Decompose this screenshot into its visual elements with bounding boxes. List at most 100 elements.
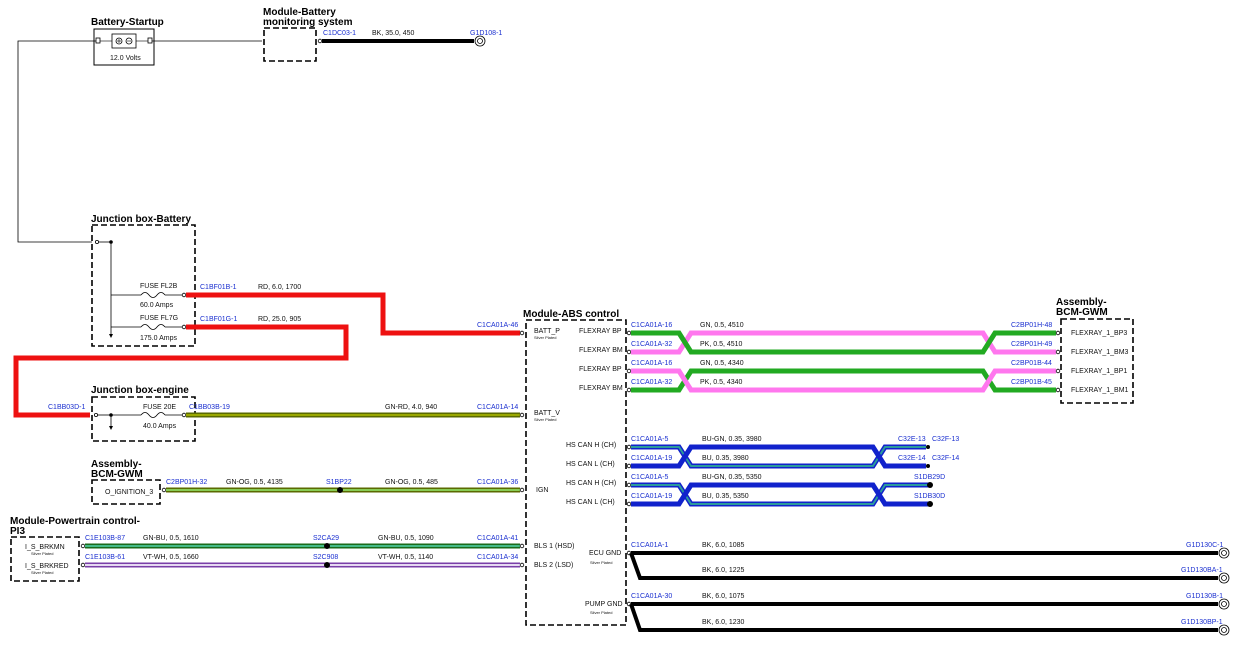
wiring-diagram: Battery-Startup 12.0 Volts Module-Batter… xyxy=(10,7,1230,636)
w-vtwh1-spec: VT-WH, 0.5, 1660 xyxy=(143,554,199,561)
abs-rpin-0: FLEXRAY BP xyxy=(579,328,622,335)
w-can2-to2: C32F-14 xyxy=(932,455,959,462)
w-rd6-from: C1BF01B-1 xyxy=(200,284,237,291)
flexray-pair-1 xyxy=(631,330,1056,355)
ground-arrow-icon xyxy=(109,334,113,338)
w-gnd1-spec: BK, 6.0, 1085 xyxy=(702,542,745,549)
ground-terminal-icon xyxy=(1218,598,1230,610)
w-fx1-to: C2BP01H-48 xyxy=(1011,322,1052,329)
abs-rpin-7: HS CAN L (CH) xyxy=(566,499,615,506)
w-gnd2-spec: BK, 6.0, 1225 xyxy=(702,567,745,574)
ground-terminal-icon xyxy=(1218,547,1230,559)
pcm-plated-2: Silver Plated xyxy=(31,570,53,575)
w-can1-spec: BU-GN, 0.35, 3980 xyxy=(702,436,762,443)
abs-plated-batt-p: Silver Plated xyxy=(534,335,556,340)
w-can4-spec: BU, 0.35, 5350 xyxy=(702,493,749,500)
fuse-fl7g-name: FUSE FL7G xyxy=(140,315,178,322)
w-fx3-from: C1CA01A-16 xyxy=(631,360,672,367)
w-gnd2-to: G1D130BA-1 xyxy=(1181,567,1223,574)
w-fx1-from: C1CA01A-16 xyxy=(631,322,672,329)
w-can1-to: C32E-13 xyxy=(898,436,926,443)
w-gnog1-spec: GN-OG, 0.5, 4135 xyxy=(226,479,283,486)
w-vtwh2-to: C1CA01A-34 xyxy=(477,554,518,561)
abs-rpin-3: FLEXRAY BM xyxy=(579,385,623,392)
fuse-fl7g-rating: 175.0 Amps xyxy=(140,335,177,342)
hs-can-pair-2 xyxy=(631,482,933,507)
w-gnd3-to: G1D130B-1 xyxy=(1186,593,1223,600)
fuse-fl7g-icon xyxy=(140,324,166,330)
splice-s2ca29 xyxy=(324,543,330,549)
w-bms-to: G1D108-1 xyxy=(470,30,502,37)
ground-terminal-icon xyxy=(1218,624,1230,636)
jbe-title: Junction box-engine xyxy=(91,385,189,396)
w-can3-from: C1CA01A-5 xyxy=(631,474,668,481)
wire-rd25 xyxy=(13,324,349,418)
w-can1-to2: C32F-13 xyxy=(932,436,959,443)
pcm-plated-1: Silver Plated xyxy=(31,551,53,556)
jbb-title: Junction box-Battery xyxy=(91,214,191,225)
w-rd6-spec: RD, 6.0, 1700 xyxy=(258,284,301,291)
abs-rpin-6: HS CAN H (CH) xyxy=(566,480,616,487)
w-can4-from: C1CA01A-19 xyxy=(631,493,672,500)
ground-wires-ecu xyxy=(629,551,1218,580)
abs-title: Module-ABS control xyxy=(523,309,619,320)
w-can3-to: S1DB29D xyxy=(914,474,945,481)
abs-rpin-4: HS CAN H (CH) xyxy=(566,442,616,449)
w-gnog1-from: C2BP01H-32 xyxy=(166,479,207,486)
abs-rpin-8: ECU GND xyxy=(589,550,621,557)
ground-wires-pump xyxy=(629,602,1218,632)
w-gnd4-to: G1D130BP-1 xyxy=(1181,619,1223,626)
hs-can-pair-1 xyxy=(631,444,930,469)
w-vtwh2-spec: VT-WH, 0.5, 1140 xyxy=(378,554,433,561)
w-bms-spec: BK, 35.0, 450 xyxy=(372,30,415,37)
w-bms-from: C1DC03-1 xyxy=(323,30,356,37)
assembly-bcm-gwm-right: Assembly- BCM-GWM FLEXRAY_1_BP3 FLEXRAY_… xyxy=(1055,297,1134,404)
abs-pin-bls1: BLS 1 (HSD) xyxy=(534,543,574,550)
abs-plated-ecu: Silver Plated xyxy=(590,560,612,565)
bcm-right-pin-1: FLEXRAY_1_BM3 xyxy=(1071,349,1129,356)
w-gnbu1-from: C1E103B-87 xyxy=(85,535,125,542)
fuse-20e-name: FUSE 20E xyxy=(143,404,176,411)
abs-pin-batt-v: BATT_V xyxy=(534,410,560,417)
pcm-pin-2: I_S_BRKRED xyxy=(25,563,69,570)
pcm-title-1: Module-Powertrain control- xyxy=(10,516,140,527)
fuse-fl2b-icon xyxy=(140,292,166,298)
w-rd25-from: C1BF01G-1 xyxy=(200,316,237,323)
battery-ground-line xyxy=(17,40,96,243)
bcm-right-pin-2: FLEXRAY_1_BP1 xyxy=(1071,368,1127,375)
w-gnd4-spec: BK, 6.0, 1230 xyxy=(702,619,745,626)
w-gnog2-spec: GN-OG, 0.5, 485 xyxy=(385,479,438,486)
fuse-fl2b-name: FUSE FL2B xyxy=(140,283,178,290)
bcm-right-pin-3: FLEXRAY_1_BM1 xyxy=(1071,387,1129,394)
w-fx2-from: C1CA01A-32 xyxy=(631,341,672,348)
w-gnbu1-splice: S2CA29 xyxy=(313,535,339,542)
junction-box-engine: Junction box-engine FUSE 20E 40.0 Amps xyxy=(91,385,196,442)
w-rd25-to: C1BB03D-1 xyxy=(48,404,85,411)
flexray-pair-2 xyxy=(631,368,1056,393)
abs-rpin-2: FLEXRAY BP xyxy=(579,366,622,373)
pcm-title-2: PI3 xyxy=(10,526,25,537)
w-gnd3-from: C1CA01A-30 xyxy=(631,593,672,600)
w-can2-from: C1CA01A-19 xyxy=(631,455,672,462)
w-gnrd-to: C1CA01A-14 xyxy=(477,404,518,411)
w-gnd1-to: G1D130C-1 xyxy=(1186,542,1223,549)
abs-rpin-1: FLEXRAY BM xyxy=(579,347,623,354)
abs-pin-batt-p: BATT_P xyxy=(534,328,560,335)
bcm-right-title-2: BCM-GWM xyxy=(1056,307,1108,318)
junction-box-battery: Junction box-Battery FUSE FL2B 60.0 Amps… xyxy=(91,214,196,347)
module-abs-control: Module-ABS control BATT_P Silver Plated … xyxy=(519,309,632,626)
w-can2-spec: BU, 0.35, 3980 xyxy=(702,455,749,462)
w-gnbu2-spec: GN-BU, 0.5, 1090 xyxy=(378,535,434,542)
battery-voltage: 12.0 Volts xyxy=(110,55,141,62)
w-gnbu1-spec: GN-BU, 0.5, 1610 xyxy=(143,535,199,542)
w-fx2-spec: PK, 0.5, 4510 xyxy=(700,341,743,348)
w-vtwh1-from: C1E103B-61 xyxy=(85,554,125,561)
w-vtwh1-splice: S2C908 xyxy=(313,554,338,561)
w-fx3-spec: GN, 0.5, 4340 xyxy=(700,360,744,367)
w-gnd3-spec: BK, 6.0, 1075 xyxy=(702,593,745,600)
fuse-fl2b-rating: 60.0 Amps xyxy=(140,302,174,309)
w-fx4-to: C2BP01B-45 xyxy=(1011,379,1052,386)
w-gnog2-to: C1CA01A-36 xyxy=(477,479,518,486)
abs-rpin-9: PUMP GND xyxy=(585,601,623,608)
battery-title: Battery-Startup xyxy=(91,17,164,28)
